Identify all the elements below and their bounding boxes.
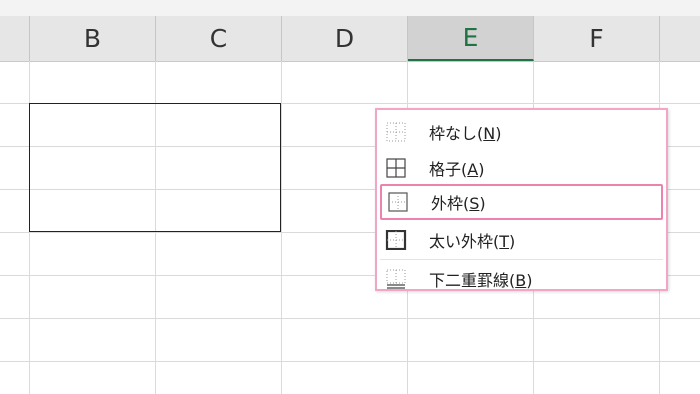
- menu-item-label: 外枠(S): [431, 194, 486, 213]
- menu-item-label: 下二重罫線(B): [429, 271, 533, 290]
- column-header-d[interactable]: D: [282, 16, 408, 61]
- grid-line: [281, 61, 282, 394]
- grid-line: [0, 318, 700, 319]
- column-header-e[interactable]: E: [408, 16, 534, 61]
- bottom-double-border-icon: [386, 269, 406, 289]
- formula-bar-edge: [0, 0, 700, 17]
- grid-line: [0, 361, 700, 362]
- border-dropdown-menu: 枠なし(N) 格子(A) 外枠(S) 太い外枠(T) 下二重罫線(B): [375, 108, 668, 291]
- column-header-g-partial[interactable]: [660, 16, 700, 61]
- menu-separator: [380, 259, 663, 260]
- column-header-f[interactable]: F: [534, 16, 660, 61]
- column-header-c[interactable]: C: [156, 16, 282, 61]
- menu-item-label: 枠なし(N): [429, 124, 502, 143]
- menu-item-label: 格子(A): [429, 160, 485, 179]
- no-border-icon: [386, 122, 406, 142]
- all-borders-icon: [386, 158, 406, 178]
- row-header-corner[interactable]: [0, 16, 30, 61]
- menu-item-no-border[interactable]: 枠なし(N): [380, 114, 663, 150]
- menu-item-all-borders[interactable]: 格子(A): [380, 150, 663, 186]
- outside-borders-icon: [388, 192, 408, 212]
- menu-item-outside-borders[interactable]: 外枠(S): [380, 184, 663, 220]
- outside-bordered-range[interactable]: [29, 103, 281, 232]
- menu-item-label: 太い外枠(T): [429, 232, 516, 251]
- menu-item-bottom-double-border[interactable]: 下二重罫線(B): [380, 261, 663, 297]
- column-header-b[interactable]: B: [30, 16, 156, 61]
- thick-outside-borders-icon: [385, 230, 407, 250]
- menu-item-thick-outside-borders[interactable]: 太い外枠(T): [380, 222, 663, 258]
